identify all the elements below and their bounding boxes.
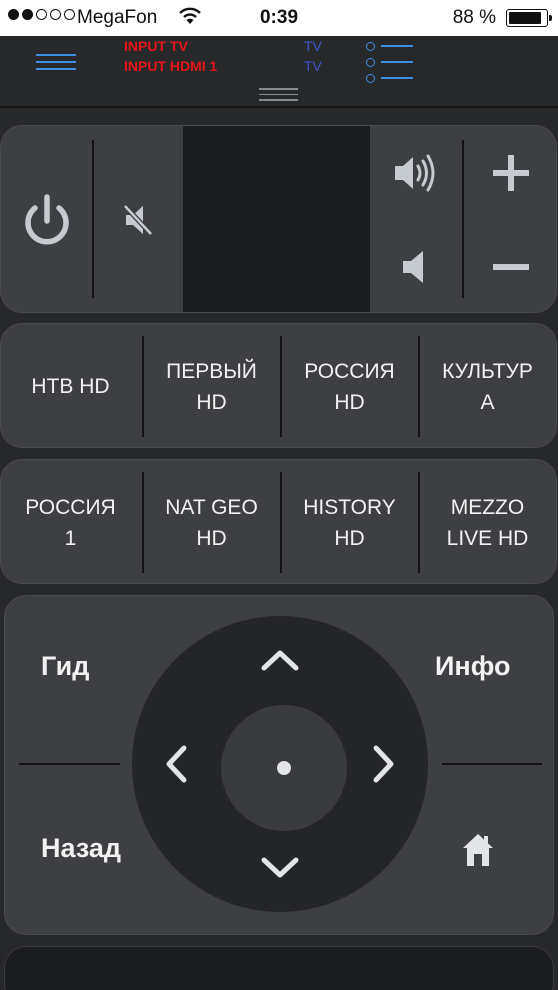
mute-button[interactable]	[94, 126, 183, 312]
bottom-panel	[4, 946, 554, 990]
channel-button[interactable]: NAT GEO HD	[142, 460, 281, 585]
input-source-list[interactable]: INPUT TV INPUT HDMI 1	[124, 36, 217, 76]
chevron-left-icon	[166, 745, 187, 783]
up-arrow-button[interactable]	[250, 636, 310, 684]
hamburger-icon[interactable]	[36, 54, 76, 72]
speaker-loud-icon	[395, 154, 435, 192]
chevron-up-icon	[261, 650, 299, 671]
volume-display	[183, 126, 370, 312]
back-button[interactable]: Назад	[41, 833, 121, 864]
volume-up-button[interactable]	[370, 126, 462, 220]
channel-row: РОССИЯ 1 NAT GEO HD HISTORY HD MEZZO LIV…	[0, 459, 557, 584]
info-button[interactable]: Инфо	[435, 651, 510, 682]
device-label: TV	[304, 58, 322, 74]
right-arrow-button[interactable]	[360, 734, 408, 794]
direction-pad	[132, 616, 428, 912]
mute-icon	[122, 204, 153, 236]
chevron-down-icon	[261, 857, 299, 878]
power-volume-panel	[0, 125, 557, 313]
input-hdmi-label: INPUT HDMI 1	[124, 58, 218, 74]
remote-header: INPUT TV INPUT HDMI 1 TV TV	[0, 36, 558, 108]
channel-button[interactable]: HISTORY HD	[280, 460, 419, 585]
battery-percent: 88 %	[452, 7, 496, 28]
channel-button[interactable]: РОССИЯ HD	[280, 324, 419, 449]
volume-down-button[interactable]	[370, 220, 462, 312]
power-button[interactable]	[1, 126, 92, 312]
ok-button[interactable]	[221, 705, 347, 831]
channel-button[interactable]: РОССИЯ 1	[1, 460, 140, 585]
minus-icon	[493, 264, 529, 270]
plus-icon	[493, 155, 529, 191]
status-bar: MegaFon 0:39 88 %	[0, 0, 558, 36]
navigation-panel: Гид Инфо Назад	[4, 595, 554, 935]
list-icon[interactable]	[366, 42, 414, 83]
drag-handle-icon[interactable]	[259, 88, 298, 105]
home-button[interactable]	[455, 828, 501, 872]
ok-dot-icon	[277, 761, 291, 775]
home-icon	[463, 834, 493, 866]
chevron-right-icon	[373, 745, 394, 783]
channel-button[interactable]: MEZZO LIVE HD	[418, 460, 557, 585]
remote-screen: MegaFon 0:39 88 % INPUT TV INPUT HDMI 1 …	[0, 0, 558, 990]
channel-button[interactable]: ПЕРВЫЙ HD	[142, 324, 281, 449]
speaker-quiet-icon	[403, 251, 423, 283]
channel-plus-button[interactable]	[464, 126, 556, 220]
down-arrow-button[interactable]	[250, 844, 310, 892]
device-list[interactable]: TV TV	[304, 36, 322, 76]
left-arrow-button[interactable]	[152, 734, 200, 794]
channel-row: НТВ HD ПЕРВЫЙ HD РОССИЯ HD КУЛЬТУР А	[0, 323, 557, 448]
channel-minus-button[interactable]	[464, 220, 556, 312]
guide-button[interactable]: Гид	[41, 651, 89, 682]
device-label: TV	[304, 38, 322, 54]
power-icon	[24, 194, 69, 245]
channel-button[interactable]: КУЛЬТУР А	[418, 324, 557, 449]
battery-icon	[506, 9, 552, 27]
input-tv-label: INPUT TV	[124, 38, 188, 54]
channel-button[interactable]: НТВ HD	[1, 324, 140, 449]
